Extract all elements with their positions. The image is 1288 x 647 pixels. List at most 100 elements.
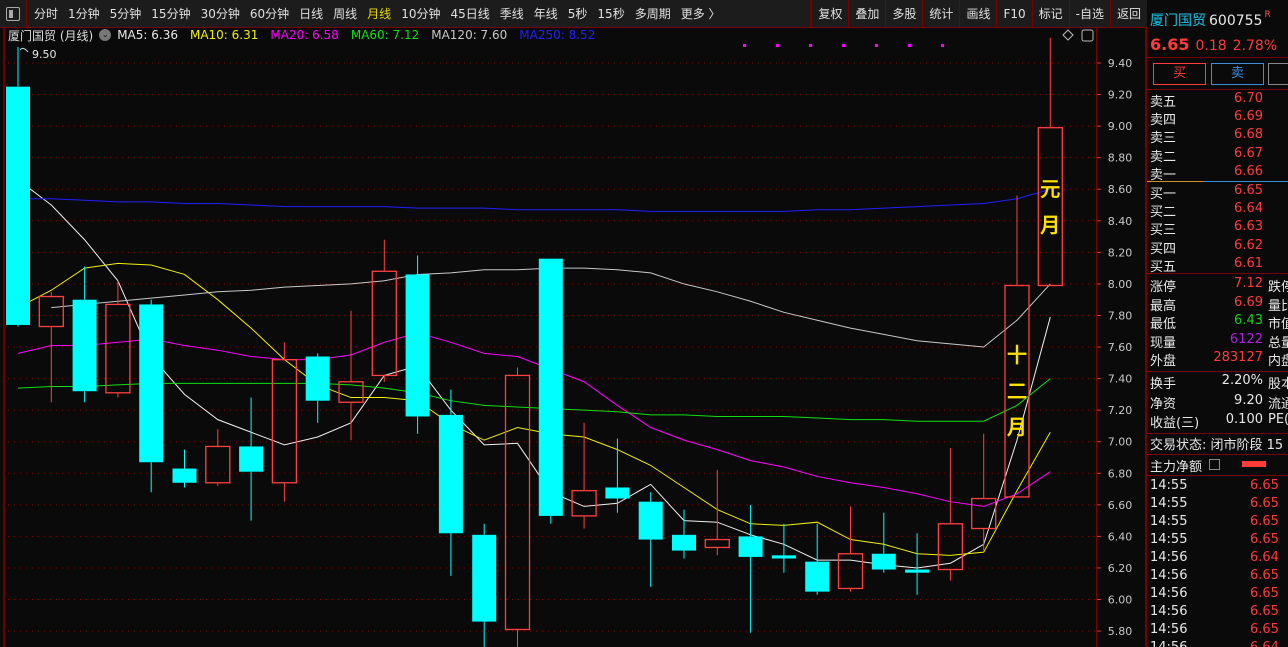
y-tick-label: 5.80: [1108, 625, 1133, 638]
candle-down[interactable]: [239, 446, 264, 472]
chart-left-border: [3, 28, 5, 647]
y-tick-label: 6.40: [1108, 530, 1133, 543]
period-tab[interactable]: 更多 〉: [676, 5, 726, 22]
period-toolbar: 分时 1分钟 5分钟 15分钟 30分钟 60分钟 日线 周线 月线 10分钟 45日线 季线 年线 5秒…: [0, 0, 1147, 28]
chart-tools: 复权 叠加 多股 统计 画线 F10 标记 -自选 返回: [810, 0, 1147, 28]
candle-down[interactable]: [605, 487, 630, 499]
position-button[interactable]: 持: [1268, 63, 1288, 85]
candle-down[interactable]: [871, 553, 896, 570]
buy-button[interactable]: 买: [1153, 63, 1206, 85]
tool-button[interactable]: 复权: [810, 0, 848, 28]
period-tab[interactable]: 月线: [362, 5, 396, 22]
tool-button[interactable]: F10: [996, 0, 1031, 28]
tool-button[interactable]: 标记: [1031, 0, 1069, 28]
candle-down[interactable]: [771, 555, 796, 559]
candle-down[interactable]: [905, 569, 930, 573]
diamond-icon[interactable]: [1062, 29, 1074, 41]
row-value: 283127: [1213, 350, 1263, 366]
candle-down[interactable]: [672, 534, 696, 551]
period-tab[interactable]: 多周期: [630, 5, 676, 22]
candle-up[interactable]: [704, 538, 730, 549]
divider: [1147, 89, 1288, 90]
tool-button[interactable]: 叠加: [848, 0, 885, 28]
tick-row: 14:55 6.65: [1147, 532, 1288, 550]
period-tab[interactable]: 60分钟: [245, 5, 294, 22]
period-tab[interactable]: 周线: [328, 5, 362, 22]
tool-button[interactable]: 多股: [885, 0, 922, 28]
y-tick-label: 6.80: [1108, 467, 1133, 480]
row-value: 6.69: [1234, 109, 1263, 125]
candle-up[interactable]: [38, 295, 64, 328]
candle-down[interactable]: [72, 299, 97, 392]
period-tab[interactable]: 日线: [294, 5, 328, 22]
candle-down[interactable]: [6, 86, 30, 325]
period-tab[interactable]: 45日线: [445, 5, 494, 22]
quote-row: 涨停 7.12 跌停: [1147, 276, 1288, 295]
candle-down[interactable]: [805, 561, 830, 592]
chart-right-border: [1096, 28, 1097, 647]
y-tick-label: 7.00: [1108, 436, 1133, 449]
period-tab[interactable]: 分时: [29, 5, 63, 22]
period-tab[interactable]: 季线: [495, 5, 529, 22]
period-tab[interactable]: 1分钟: [63, 5, 105, 22]
candle-down[interactable]: [738, 536, 763, 557]
quote-line: 6.65 0.18 2.78%: [1150, 35, 1277, 54]
candle-up[interactable]: [371, 270, 397, 377]
signal-dot: [941, 44, 944, 47]
tick-price: 6.65: [1250, 514, 1279, 529]
main-flow-label: 主力净额: [1150, 460, 1203, 475]
tick-row: 14:55 6.65: [1147, 496, 1288, 514]
period-tab[interactable]: 5秒: [563, 5, 593, 22]
panel-toggle-icon[interactable]: [6, 6, 20, 21]
list-icon[interactable]: [1209, 459, 1220, 470]
divider: [1147, 475, 1288, 476]
row-value: 6.67: [1234, 145, 1263, 161]
panel-icon[interactable]: [1081, 29, 1094, 42]
candle-down[interactable]: [538, 258, 563, 516]
period-tab[interactable]: 15分钟: [146, 5, 195, 22]
tool-button[interactable]: 画线: [959, 0, 996, 28]
period-tabs: 分时 1分钟 5分钟 15分钟 30分钟 60分钟 日线 周线 月线 10分钟 45日线 季线 年线 5秒…: [29, 5, 726, 22]
row-value: 6.43: [1234, 313, 1263, 329]
row-value: 6.70: [1234, 91, 1263, 106]
candle-down[interactable]: [172, 468, 197, 483]
sell-button[interactable]: 卖: [1211, 63, 1264, 85]
period-tab[interactable]: 年线: [529, 5, 563, 22]
candle-down[interactable]: [305, 356, 330, 401]
tick-price: 6.64: [1250, 550, 1279, 565]
quote-row: 卖三 6.68: [1147, 127, 1288, 146]
chevron-down-icon[interactable]: ⌄: [99, 29, 112, 41]
quote-row: 现量 6122 总量: [1147, 332, 1288, 351]
candle-up[interactable]: [837, 553, 864, 590]
tick-row: 14:55 6.65: [1147, 478, 1288, 496]
tick-price: 6.64: [1250, 640, 1279, 647]
tick-row: 14:56 6.65: [1147, 622, 1288, 640]
tool-button[interactable]: -自选: [1068, 0, 1110, 28]
period-tab[interactable]: 30分钟: [196, 5, 245, 22]
y-tick-label: 9.40: [1108, 57, 1133, 70]
tick-row: 14:55 6.65: [1147, 514, 1288, 532]
stock-name[interactable]: 厦门国贸: [1150, 13, 1206, 29]
candle-up[interactable]: [504, 374, 531, 631]
candle-down[interactable]: [139, 304, 164, 463]
candle-down[interactable]: [405, 274, 430, 417]
period-tab[interactable]: 10分钟: [396, 5, 445, 22]
tick-time: 14:56: [1150, 568, 1188, 583]
trade-status: 交易状态: 闭市阶段 15: [1147, 434, 1288, 453]
candle-down[interactable]: [472, 534, 497, 622]
period-tab[interactable]: 5分钟: [105, 5, 147, 22]
y-tick-label: 6.60: [1108, 499, 1133, 512]
chart-title: 厦门国贸 (月线): [8, 28, 94, 43]
quote-row: 最低 6.43 市值: [1147, 313, 1288, 332]
tool-button[interactable]: 统计: [922, 0, 959, 28]
candle-up[interactable]: [105, 303, 131, 394]
candlestick-chart[interactable]: 9.40 9.20 9.00 8.80 8.60 8.40 8.20 8.00 7.80 7.60…: [0, 0, 1147, 647]
row-value: 6.62: [1234, 237, 1263, 253]
candle-down[interactable]: [438, 414, 463, 534]
month-annotation: 十二月: [1007, 343, 1027, 440]
candle-up[interactable]: [205, 445, 231, 484]
period-tab[interactable]: 15秒: [592, 5, 629, 22]
candle-down[interactable]: [638, 501, 663, 540]
tool-button[interactable]: 返回: [1109, 0, 1147, 28]
tick-row: 14:56 6.65: [1147, 568, 1288, 586]
